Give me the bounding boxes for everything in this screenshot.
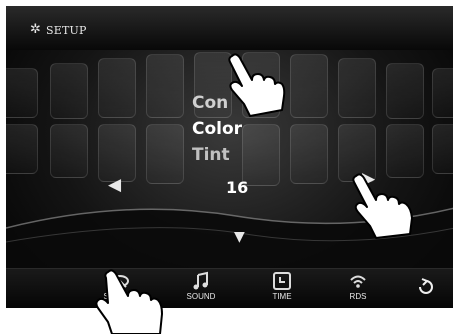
pointing-hand-icon <box>95 269 163 334</box>
music-note-icon <box>193 271 208 290</box>
tab-sound[interactable]: SOUND <box>178 269 224 308</box>
header-bar: ✲ SETUP <box>6 6 453 50</box>
left-arrow-icon[interactable]: ◀ <box>108 177 121 194</box>
back-button[interactable] <box>416 277 436 297</box>
page-title: SETUP <box>46 24 87 37</box>
bg-tile <box>6 68 38 118</box>
tab-rds[interactable]: RDS <box>335 269 381 308</box>
gear-icon: ✲ <box>30 22 41 37</box>
clock-icon <box>273 272 291 290</box>
list-item-selected[interactable]: Color <box>192 119 242 139</box>
back-arrow-icon <box>419 278 433 294</box>
bg-tile <box>386 63 424 119</box>
bg-tile <box>6 124 38 174</box>
bg-tile <box>98 124 136 182</box>
bottom-tab-bar: SYSTEM SOUND TIME RDS <box>6 268 453 308</box>
tab-label: RDS <box>349 292 367 301</box>
bg-tile <box>146 54 184 118</box>
bg-tile <box>432 124 453 174</box>
bg-tile <box>242 124 280 186</box>
tab-label: SOUND <box>186 292 216 301</box>
down-arrow-icon[interactable]: ▼ <box>234 230 245 244</box>
bg-tile <box>290 124 328 184</box>
tab-label: TIME <box>272 292 292 301</box>
pointing-hand-icon <box>352 173 413 239</box>
bg-tile <box>146 124 184 184</box>
bg-tile <box>432 68 453 118</box>
tab-time[interactable]: TIME <box>259 269 305 308</box>
bg-tile <box>338 58 376 118</box>
bg-tile <box>290 54 328 118</box>
setting-value: 16 <box>226 178 249 197</box>
bg-tile <box>98 58 136 118</box>
pointing-hand-icon <box>228 53 286 117</box>
bg-tile <box>50 63 88 119</box>
list-item-next[interactable]: Tint <box>192 145 230 165</box>
bg-tile <box>50 124 88 178</box>
radio-signal-icon <box>350 275 366 288</box>
